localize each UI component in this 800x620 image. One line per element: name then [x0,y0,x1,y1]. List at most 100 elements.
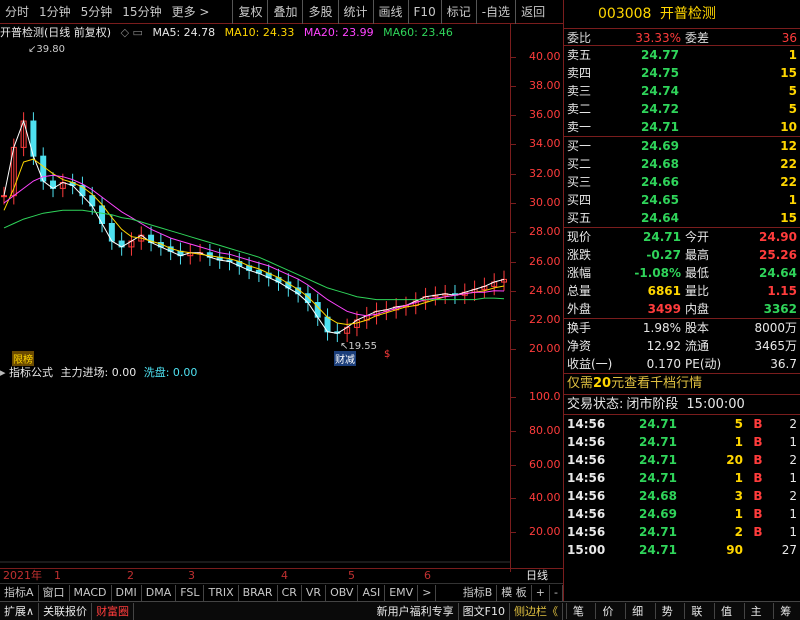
toolbar-item[interactable]: 1分钟 [34,0,76,24]
toolbar-item[interactable]: 分时 [0,0,34,24]
indicator-tab[interactable]: VR [302,584,327,601]
indicator-tab[interactable]: ASI [358,584,386,601]
tick-count: 2 [789,417,797,431]
toolbar-item[interactable]: 多股 [302,0,337,24]
panel-tab[interactable]: 筹 [773,603,797,619]
ask-row[interactable]: 卖一 24.71 10 [564,118,800,136]
tag-badge[interactable]: 财减 [334,351,356,366]
indicator-tab[interactable]: 模 板 [497,584,532,601]
indicator-tab[interactable]: DMI [112,584,142,601]
toolbar-item[interactable]: F10 [407,0,441,24]
tick-vol: 1 [734,507,743,521]
toolbar-item[interactable]: 标记 [440,0,476,24]
asks-vol: 15 [780,66,797,80]
related-quote-tab[interactable]: 关联报价 [39,602,93,620]
quote-value: 25.26 [759,248,797,262]
period-label[interactable]: 日线 [526,569,548,583]
ask-row[interactable]: 卖四 24.75 15 [564,64,800,82]
toolbar-item[interactable]: 统计 [337,0,373,24]
trade-status-value: 闭市阶段 [626,397,679,412]
bids-vol: 1 [788,193,797,207]
tick-count: 1 [789,507,797,521]
indicator-name[interactable]: 指标公式 [9,366,53,379]
bids-price: 24.66 [641,175,679,189]
panel-tab[interactable]: 笔 [565,603,590,619]
tick-side: B [753,471,763,485]
axis-tick: 20.00 [529,342,561,356]
promo-row[interactable]: 仅需 20 元查看千档行情 [564,374,800,394]
bid-row[interactable]: 买四 24.65 1 [564,191,800,209]
bid-row[interactable]: 买五 24.64 15 [564,209,800,227]
toolbar-item[interactable]: 15分钟 [117,0,166,24]
indicator-tab[interactable]: 指标A [0,584,39,601]
date-axis: 2021年 1 2 3 4 5 6 日线 [0,568,563,582]
indicator-tab[interactable]: - [550,584,563,601]
bid-row[interactable]: 买二 24.68 22 [564,155,800,173]
axis-tick: 20.00 [529,525,561,539]
toolbar-item[interactable]: 返回 [515,0,550,24]
quote-row: 涨幅 -1.08% 最低 24.64 [564,264,800,282]
indicator-tab[interactable]: CR [278,584,302,601]
bids-vol: 12 [780,139,797,153]
indicator-tab[interactable]: + [532,584,551,601]
bids-vol: 22 [780,157,797,171]
quote-value: 24.64 [759,266,797,280]
axis-dash [511,85,516,87]
promo-link[interactable]: 新用户福利专享 [373,602,459,620]
axis-dash [511,115,516,117]
panel-tab[interactable]: 势 [654,603,679,619]
bid-row[interactable]: 买三 24.66 22 [564,173,800,191]
wealth-circle-tab[interactable]: 财富圈 [92,602,135,620]
panel-tab[interactable]: 主 [743,603,768,619]
stock-chart-title[interactable]: 开普检测(日线 前复权) [0,26,111,39]
ask-row[interactable]: 卖三 24.74 5 [564,82,800,100]
indicator-tab[interactable]: FSL [176,584,205,601]
toolbar-item[interactable]: -自选 [475,0,515,24]
axis-tick: 28.00 [529,225,561,239]
toolbar-item[interactable]: 叠加 [267,0,302,24]
indicator-tab[interactable]: OBV [326,584,359,601]
ask-row[interactable]: 卖五 24.77 1 [564,46,800,64]
legend-icons[interactable]: ◇ ▭ [121,26,143,39]
panel-tab[interactable]: 值 [713,603,738,619]
ask-book: 卖五 24.77 1 卖四 24.75 15 卖三 24.74 5 卖二 24.72 5 卖一 24.71… [564,46,800,136]
bid-row[interactable]: 买一 24.69 12 [564,137,800,155]
tick-list[interactable]: 14:56 24.71 5 B 2 14:56 24.71 1 B 1 14:56 24.71 20 B 2… [564,415,800,559]
period-toolbar: 分时 1分钟 5分钟 15分钟 更多 > 复权 叠加 多股 统计 画线 F10 标记 -自选 返回 [0,0,563,24]
indicator-tabs: 指标A 窗口 MACD DMI DMA FSL TRIX BRAR CR VR OBV ASI EMV >… [0,583,563,601]
gear-icon[interactable]: ▸ [0,366,6,379]
ma5-label: MA5: 24.78 [152,26,216,39]
indicator-legend: ▸ 指标公式 主力进场: 0.00 洗盘: 0.00 [0,365,510,381]
toolbar-item[interactable]: 5分钟 [76,0,118,24]
tag-badge[interactable]: 限榜 [12,351,34,366]
dollar-icon[interactable]: $ [384,349,390,360]
toolbar-item[interactable]: 复权 [232,0,267,24]
quote-label: 最低 [685,266,710,280]
panel-tab[interactable]: 细 [625,603,649,619]
tick-row: 14:56 24.71 20 B 2 [564,451,800,469]
axis-dash [511,464,516,466]
indicator-tab[interactable]: 指标B [459,584,498,601]
expand-button[interactable]: 扩展∧ [0,602,40,620]
f10-tab[interactable]: 图文F10 [459,602,510,620]
indicator-chart[interactable] [0,380,510,566]
indicator-tab[interactable]: DMA [142,584,177,601]
panel-tab[interactable]: 价 [595,603,619,619]
indicator-tab[interactable]: EMV [385,584,419,601]
panel-tab[interactable]: 联 [684,603,708,619]
indicator-tab[interactable]: BRAR [239,584,278,601]
toolbar-item[interactable]: 画线 [372,0,408,24]
axis-dash [511,203,516,204]
sidebar-toggle[interactable]: 侧边栏《 [510,602,563,620]
indicator-tab[interactable]: TRIX [204,584,239,601]
toolbar-item[interactable]: 更多 > [167,0,215,24]
tick-vol: 20 [726,453,743,467]
ask-row[interactable]: 卖二 24.72 5 [564,100,800,118]
indicator-tab[interactable]: > [418,584,437,601]
price-chart[interactable] [0,42,510,364]
asks-label: 卖三 [567,84,592,98]
quote-value: 1.15 [767,284,797,298]
weidiff-value: 36 [781,31,797,45]
indicator-tab[interactable]: MACD [70,584,112,601]
indicator-tab[interactable]: 窗口 [39,584,70,601]
